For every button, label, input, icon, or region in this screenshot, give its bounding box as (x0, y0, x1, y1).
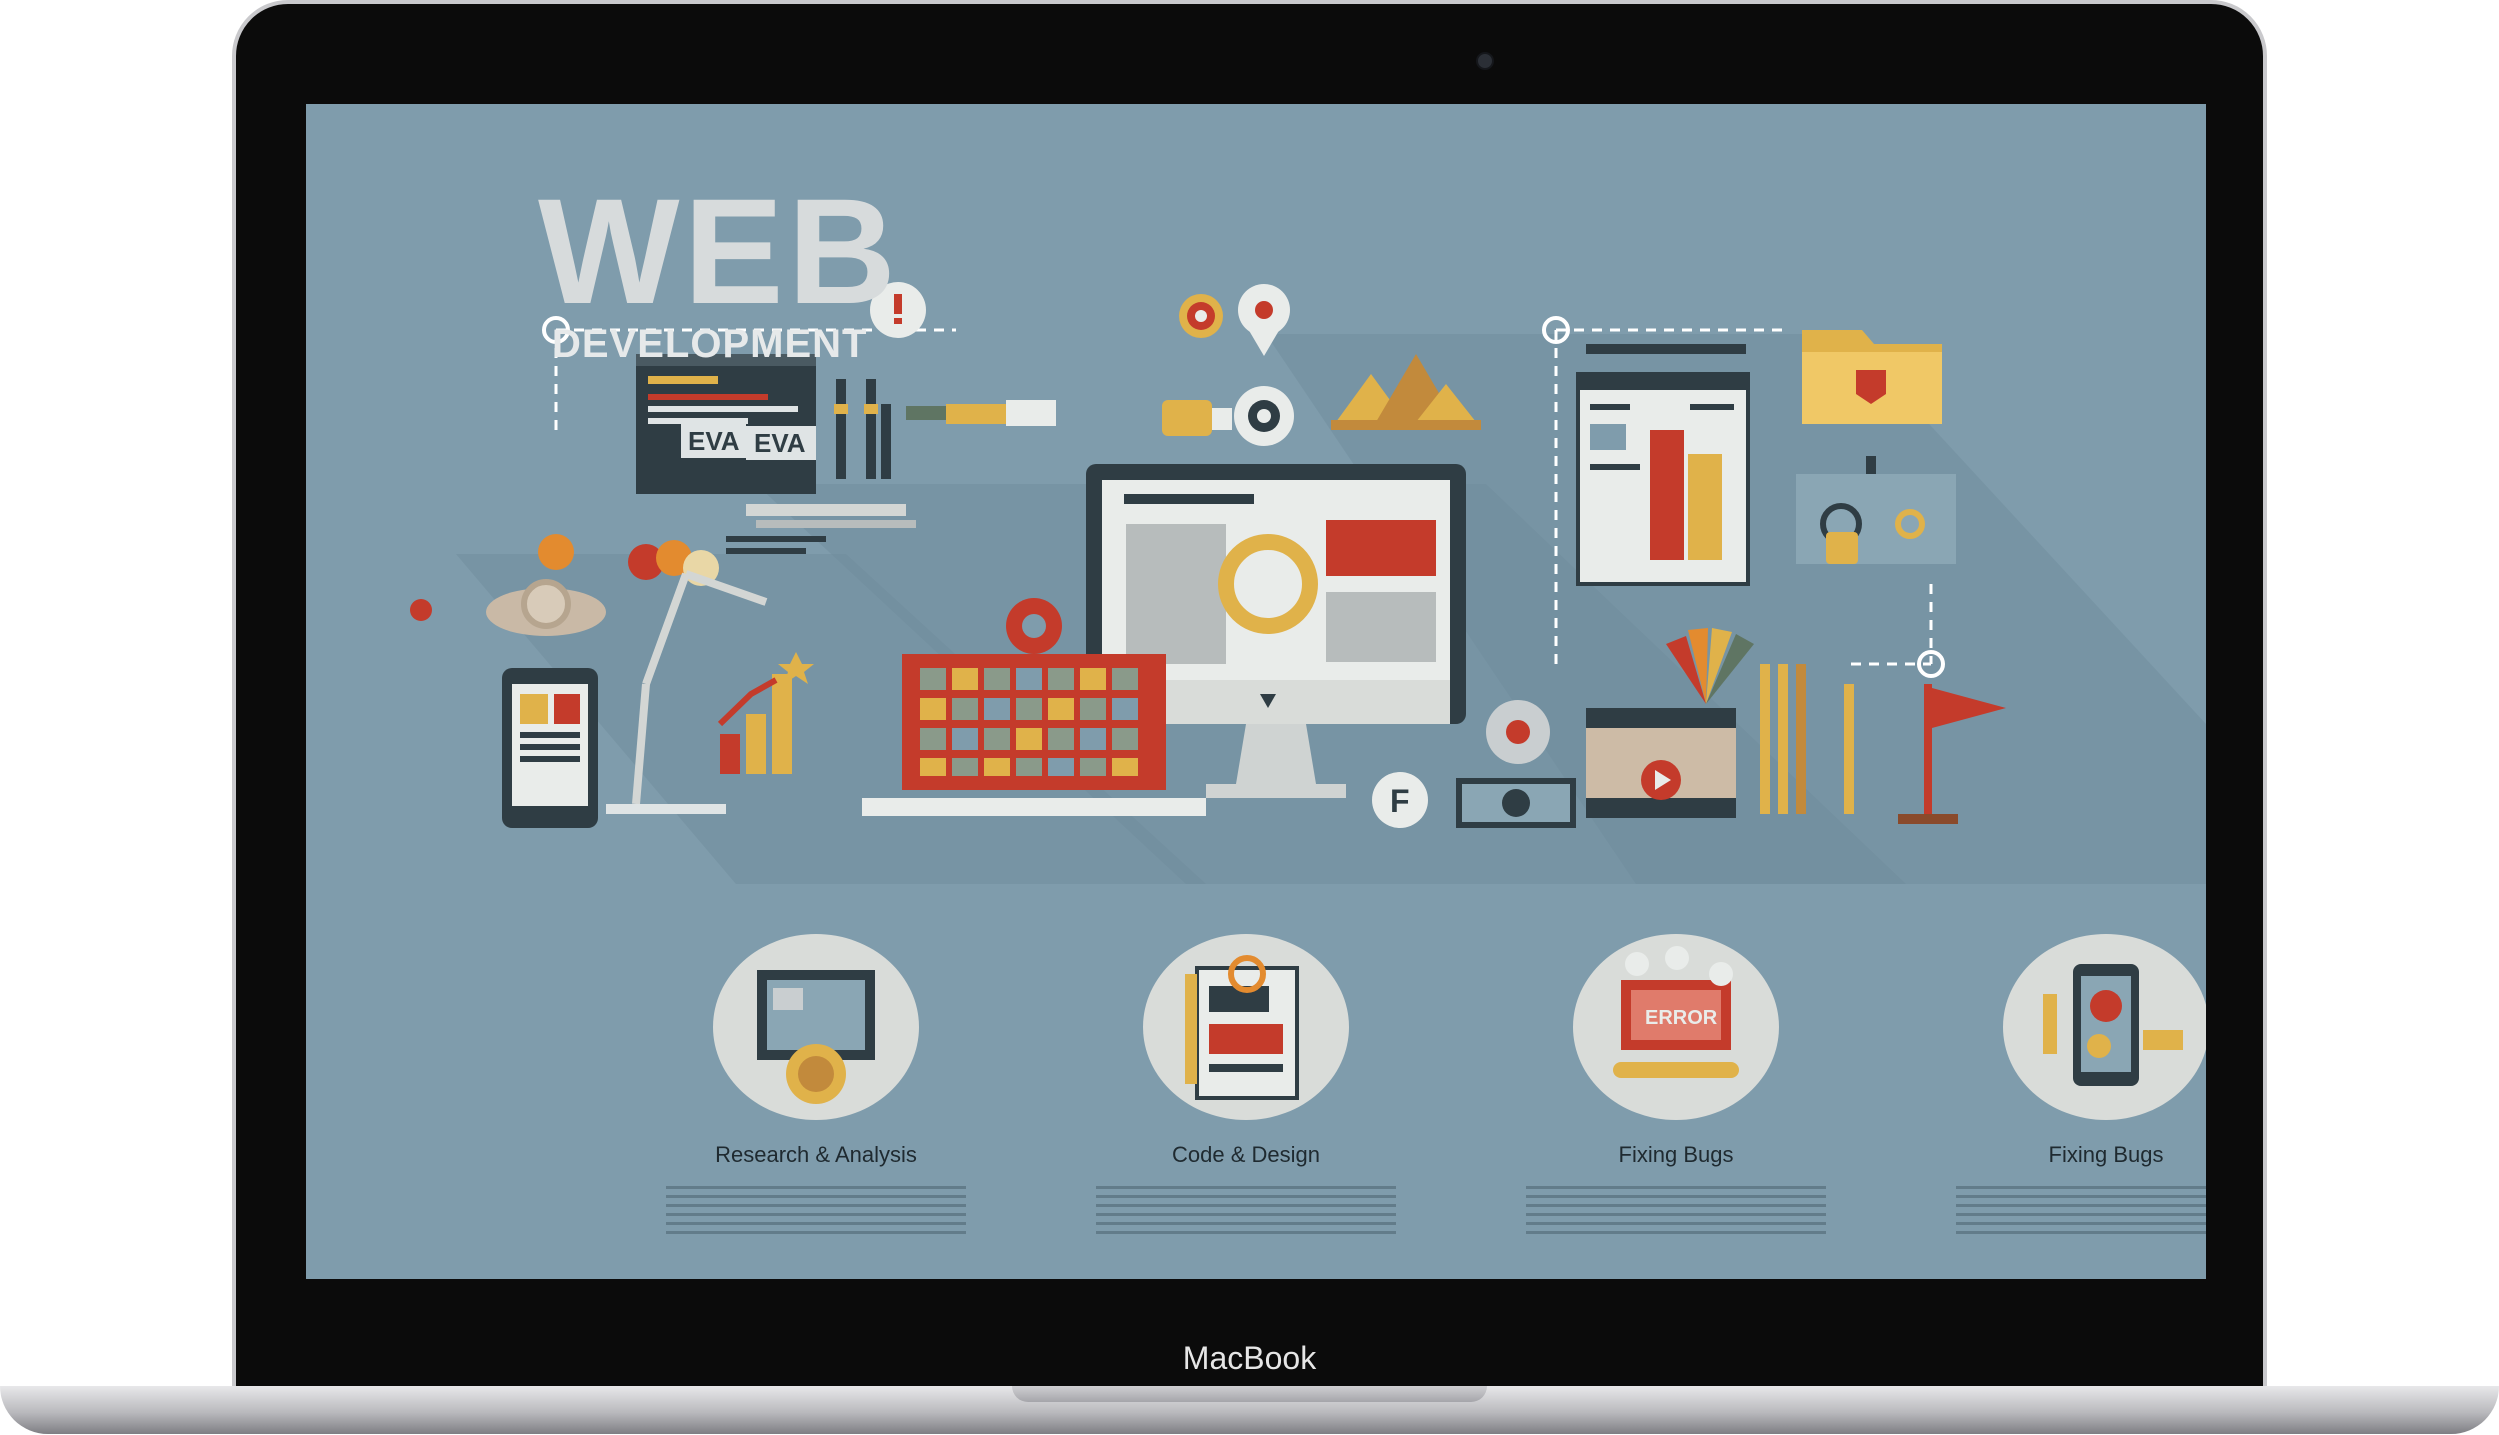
macbook-label: MacBook (1182, 1340, 1317, 1376)
error-text: ERROR (1645, 1007, 1718, 1029)
tablet-icon (502, 668, 598, 828)
facebook-bubble-icon: F (1372, 772, 1428, 828)
target-icon (1179, 294, 1223, 338)
svg-text:F: F (1390, 783, 1410, 819)
service-description (1956, 1186, 2206, 1234)
window-text-1: EVA (688, 426, 740, 456)
laptop-screen: EVA EVA F WEB DEVELOPMENT Research & Ana… (306, 104, 2206, 1279)
service-code-design: Code & Design (1036, 934, 1456, 1234)
laptop-notch (1012, 1386, 1487, 1402)
hero-title: WEB (538, 167, 900, 335)
service-fixing-bugs-mobile: Fixing Bugs (1896, 934, 2206, 1234)
window-text-2: EVA (754, 428, 806, 458)
pens-icon (834, 379, 891, 479)
service-label: Code & Design (1172, 1142, 1320, 1167)
folder-icon (1802, 330, 1942, 424)
mobile-settings-icon (2003, 934, 2206, 1120)
gear-icon (1234, 386, 1294, 446)
service-description (666, 1186, 966, 1234)
research-analysis-icon (713, 934, 919, 1120)
video-player-icon (1586, 708, 1736, 818)
handshake-icon (906, 400, 1056, 426)
thumbs-up-icon (1162, 400, 1232, 436)
code-window-icon: EVA EVA (636, 354, 816, 494)
service-fixing-bugs: ERROR Fixing Bugs (1466, 934, 1886, 1234)
fixing-bugs-icon: ERROR (1573, 934, 1779, 1120)
service-label: Research & Analysis (715, 1142, 917, 1167)
service-description (1526, 1186, 1826, 1234)
webcam-icon (1476, 52, 1494, 70)
report-document-icon (1576, 372, 1750, 586)
service-research-analysis: Research & Analysis (606, 934, 1026, 1234)
hero-subtitle: DEVELOPMENT (552, 322, 868, 366)
service-label: Fixing Bugs (1618, 1142, 1734, 1167)
service-description (1096, 1186, 1396, 1234)
money-icon (1456, 778, 1576, 828)
gear-icon (1486, 700, 1550, 764)
gear-icon (538, 534, 574, 570)
code-design-icon (1143, 934, 1349, 1120)
service-label: Fixing Bugs (2048, 1142, 2164, 1167)
gear-icon (1006, 598, 1062, 654)
